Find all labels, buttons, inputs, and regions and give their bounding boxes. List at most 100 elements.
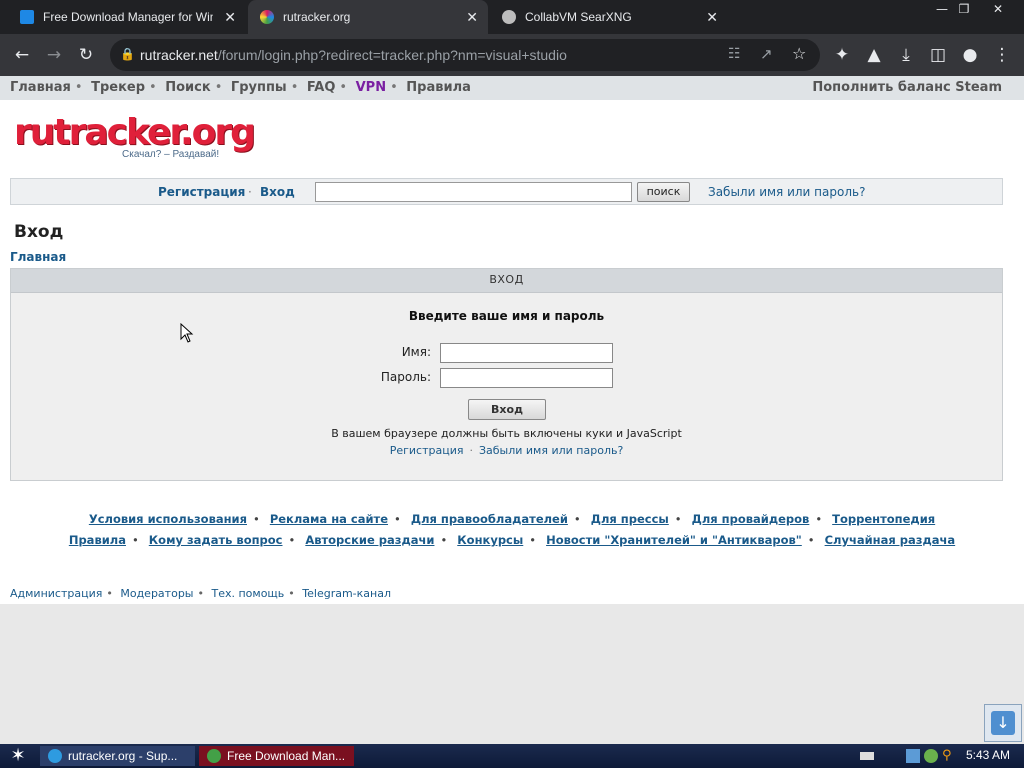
footer-link[interactable]: Авторские раздачи <box>305 533 434 547</box>
taskbar-item-label: rutracker.org - Sup... <box>68 749 178 763</box>
nav-groups[interactable]: Группы <box>231 80 287 95</box>
logo-tagline: Скачал? – Раздавай! <box>122 149 220 160</box>
tab-title: Free Download Manager for Windows <box>43 10 213 24</box>
searxng-favicon-icon <box>502 10 516 24</box>
nav-rules[interactable]: Правила <box>406 80 471 95</box>
breadcrumb-home-link[interactable]: Главная <box>10 250 66 264</box>
side-panel-icon[interactable]: ◫ <box>926 43 950 67</box>
bottom-link[interactable]: Telegram-канал <box>302 587 391 600</box>
tab-close-icon[interactable]: ✕ <box>466 9 478 26</box>
translate-icon[interactable]: ☷ <box>728 46 741 62</box>
tab-free-download-manager[interactable]: Free Download Manager for Windows ✕ <box>8 0 246 34</box>
search-tray-icon[interactable]: ⚲ <box>942 749 956 763</box>
page-title: Вход <box>14 222 64 242</box>
footer-link[interactable]: Правила <box>69 533 126 547</box>
login-prompt: Введите ваше имя и пароль <box>408 309 605 323</box>
fdm-icon <box>207 749 221 763</box>
taskbar-item-browser[interactable]: rutracker.org - Sup... <box>40 746 195 766</box>
logo-text: rutracker.org <box>14 112 256 153</box>
download-manager-widget[interactable]: ↓ <box>984 704 1022 742</box>
footer-link[interactable]: Торрентопедия <box>832 512 935 526</box>
register-link[interactable]: Регистрация <box>158 185 245 199</box>
network-tray-icon[interactable] <box>906 749 920 763</box>
nav-tracker[interactable]: Трекер <box>91 80 145 95</box>
nav-home[interactable]: Главная <box>10 80 71 95</box>
tab-title: CollabVM SearXNG <box>525 10 632 24</box>
password-field[interactable] <box>440 368 613 388</box>
nav-search[interactable]: Поиск <box>165 80 210 95</box>
username-label: Имя: <box>401 345 431 359</box>
menu-kebab-icon[interactable]: ⋮ <box>990 43 1014 67</box>
taskbar-item-fdm[interactable]: Free Download Man... <box>199 746 354 766</box>
tab-collabvm-searxng[interactable]: CollabVM SearXNG ✕ <box>490 0 728 34</box>
bookmark-star-icon[interactable]: ☆ <box>792 44 806 63</box>
download-icon[interactable]: ⤓ <box>894 43 918 67</box>
login-link[interactable]: Вход <box>260 185 295 199</box>
url-text: rutracker.net/forum/login.php?redirect=t… <box>140 47 567 63</box>
profile-avatar-icon[interactable]: ● <box>958 43 982 67</box>
tab-rutracker[interactable]: rutracker.org ✕ <box>248 0 488 34</box>
bottom-link[interactable]: Администрация <box>10 587 102 600</box>
close-window-icon[interactable]: ✕ <box>986 2 1010 16</box>
bottom-links: Администрация • Модераторы • Тех. помощь • … <box>10 587 392 600</box>
footer-link[interactable]: Для правообладателей <box>411 512 568 526</box>
extensions-icon[interactable]: ✦ <box>830 43 854 67</box>
footer-link[interactable]: Для провайдеров <box>692 512 810 526</box>
cookies-notice: В вашем браузере должны быть включены ку… <box>331 427 682 440</box>
footer-link[interactable]: Кому задать вопрос <box>149 533 283 547</box>
forward-arrow-icon[interactable]: → <box>42 43 66 67</box>
panel-register-link[interactable]: Регистрация <box>390 444 464 457</box>
search-button[interactable]: поиск <box>637 182 690 202</box>
login-submit-button[interactable]: Вход <box>468 399 546 420</box>
labs-flask-icon[interactable]: ▲ <box>862 43 886 67</box>
download-arrow-icon: ↓ <box>991 711 1015 735</box>
login-search-bar: Регистрация · Вход поиск Забыли имя или … <box>10 178 1003 205</box>
footer-link[interactable]: Конкурсы <box>457 533 523 547</box>
address-bar[interactable]: 🔒 rutracker.net/forum/login.php?redirect… <box>110 39 820 71</box>
security-tray-icon[interactable] <box>924 749 938 763</box>
tab-close-icon[interactable]: ✕ <box>706 9 718 26</box>
panel-forgot-link[interactable]: Забыли имя или пароль? <box>479 444 623 457</box>
footer-link[interactable]: Случайная раздача <box>825 533 956 547</box>
url-path: /forum/login.php?redirect=tracker.php?nm… <box>217 47 567 63</box>
footer-links-row-2: Правила • Кому задать вопрос • Авторские р… <box>68 533 956 547</box>
restore-window-icon[interactable]: ❐ <box>952 2 976 16</box>
taskbar-clock: 5:43 AM <box>965 748 1010 762</box>
mouse-cursor-icon <box>180 323 194 343</box>
search-input[interactable] <box>315 182 632 202</box>
back-arrow-icon[interactable]: ← <box>10 43 34 67</box>
nav-vpn[interactable]: VPN <box>356 80 386 95</box>
username-field[interactable] <box>440 343 613 363</box>
login-panel-header: ВХОД <box>11 269 1002 293</box>
lock-icon: 🔒 <box>120 47 135 61</box>
tab-close-icon[interactable]: ✕ <box>224 9 236 26</box>
footer-link[interactable]: Реклама на сайте <box>270 512 388 526</box>
login-panel: ВХОД Введите ваше имя и пароль Имя: Паро… <box>10 268 1003 481</box>
password-label: Пароль: <box>380 370 431 384</box>
forgot-password-link[interactable]: Забыли имя или пароль? <box>708 185 865 199</box>
login-panel-links: Регистрация · Забыли имя или пароль? <box>389 444 624 457</box>
bottom-link[interactable]: Модераторы <box>120 587 193 600</box>
footer-link[interactable]: Условия использования <box>89 512 247 526</box>
share-icon[interactable]: ↗ <box>760 45 773 63</box>
tab-title: rutracker.org <box>283 10 351 24</box>
site-logo[interactable]: rutracker.org Скачал? – Раздавай! <box>14 112 256 164</box>
rutracker-favicon-icon <box>260 10 274 24</box>
fdm-favicon-icon <box>20 10 34 24</box>
web-page: Главная • Трекер • Поиск • Группы • FAQ • VPN… <box>0 76 1024 604</box>
site-top-nav: Главная • Трекер • Поиск • Группы • FAQ • VPN… <box>0 76 1024 100</box>
taskbar: ✶ rutracker.org - Sup... Free Download M… <box>0 744 1024 768</box>
footer-links-row-1: Условия использования • Реклама на сайте •… <box>88 512 936 526</box>
taskbar-item-label: Free Download Man... <box>227 749 346 763</box>
footer-link[interactable]: Для прессы <box>591 512 669 526</box>
browser-tab-strip: Free Download Manager for Windows ✕ rutr… <box>0 0 1024 34</box>
reload-icon[interactable]: ↻ <box>74 43 98 67</box>
start-star-icon[interactable]: ✶ <box>6 746 30 766</box>
nav-faq[interactable]: FAQ <box>307 80 336 95</box>
footer-link[interactable]: Новости "Хранителей" и "Антикваров" <box>546 533 802 547</box>
bottom-link[interactable]: Тех. помощь <box>211 587 284 600</box>
minimize-window-icon[interactable]: — <box>930 2 954 16</box>
steam-topup-link[interactable]: Пополнить баланс Steam <box>812 80 1002 95</box>
keyboard-tray-icon[interactable] <box>860 752 874 760</box>
browser-toolbar: ← → ↻ 🔒 rutracker.net/forum/login.php?re… <box>0 34 1024 76</box>
